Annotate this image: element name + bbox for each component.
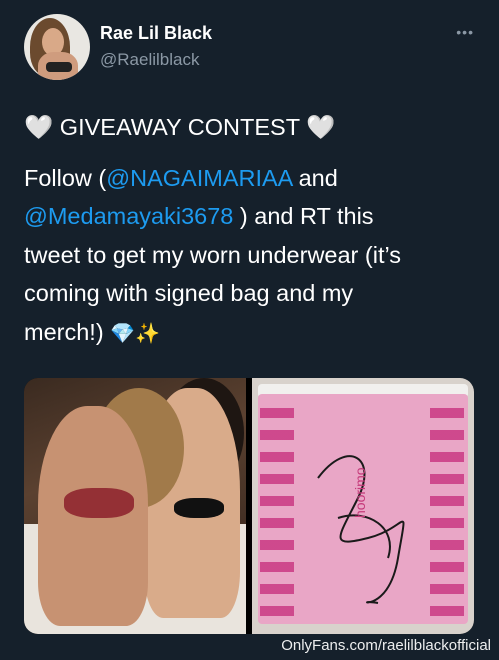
photo-left[interactable] xyxy=(24,378,246,634)
tweet-line-2: @Medamayaki3678 ) and RT this xyxy=(24,197,474,236)
mention-link-medamayaki[interactable]: @Medamayaki3678 xyxy=(24,203,233,229)
watermark-text: OnlyFans.com/raelilblackofficial xyxy=(281,637,491,654)
follow-text: Follow ( xyxy=(24,164,107,191)
tweet-text: 🤍 GIVEAWAY CONTEST 🤍 Follow (@NAGAIMARIA… xyxy=(24,108,474,352)
more-options-icon[interactable]: ••• xyxy=(456,24,474,40)
white-heart-icon: 🤍 xyxy=(306,113,336,141)
user-handle[interactable]: @Raelilblack xyxy=(100,50,199,70)
tweet-line-4: coming with signed bag and my xyxy=(24,280,354,306)
giveaway-title: GIVEAWAY CONTEST xyxy=(59,114,300,140)
photo-right-signed-bag[interactable]: hoorimo xyxy=(252,378,474,634)
tweet-line-1: Follow (@NAGAIMARIAA and xyxy=(24,159,474,198)
display-name[interactable]: Rae Lil Black xyxy=(100,23,212,44)
tweet-line-5: merch!) 💎✨ xyxy=(24,313,474,353)
bag-brand-text: hoorimo xyxy=(352,467,368,518)
tweet-title-line: 🤍 GIVEAWAY CONTEST 🤍 xyxy=(24,108,474,147)
rt-text: ) and RT this xyxy=(233,203,374,229)
white-heart-icon: 🤍 xyxy=(24,113,54,141)
tweet-header: Rae Lil Black @Raelilblack ••• xyxy=(24,14,484,84)
tweet-line-3: tweet to get my worn underwear (it’s xyxy=(24,241,402,268)
tweet-media[interactable]: hoorimo xyxy=(24,378,474,634)
sparkles-icon: ✨ xyxy=(135,320,160,345)
signature-icon xyxy=(317,455,405,604)
avatar[interactable] xyxy=(24,14,90,80)
and-text: and xyxy=(292,164,338,191)
merch-text: merch!) xyxy=(24,318,104,345)
mention-link-nagaimariaa[interactable]: @NAGAIMARIAA xyxy=(106,165,292,191)
gem-icon: 💎 xyxy=(110,320,136,345)
